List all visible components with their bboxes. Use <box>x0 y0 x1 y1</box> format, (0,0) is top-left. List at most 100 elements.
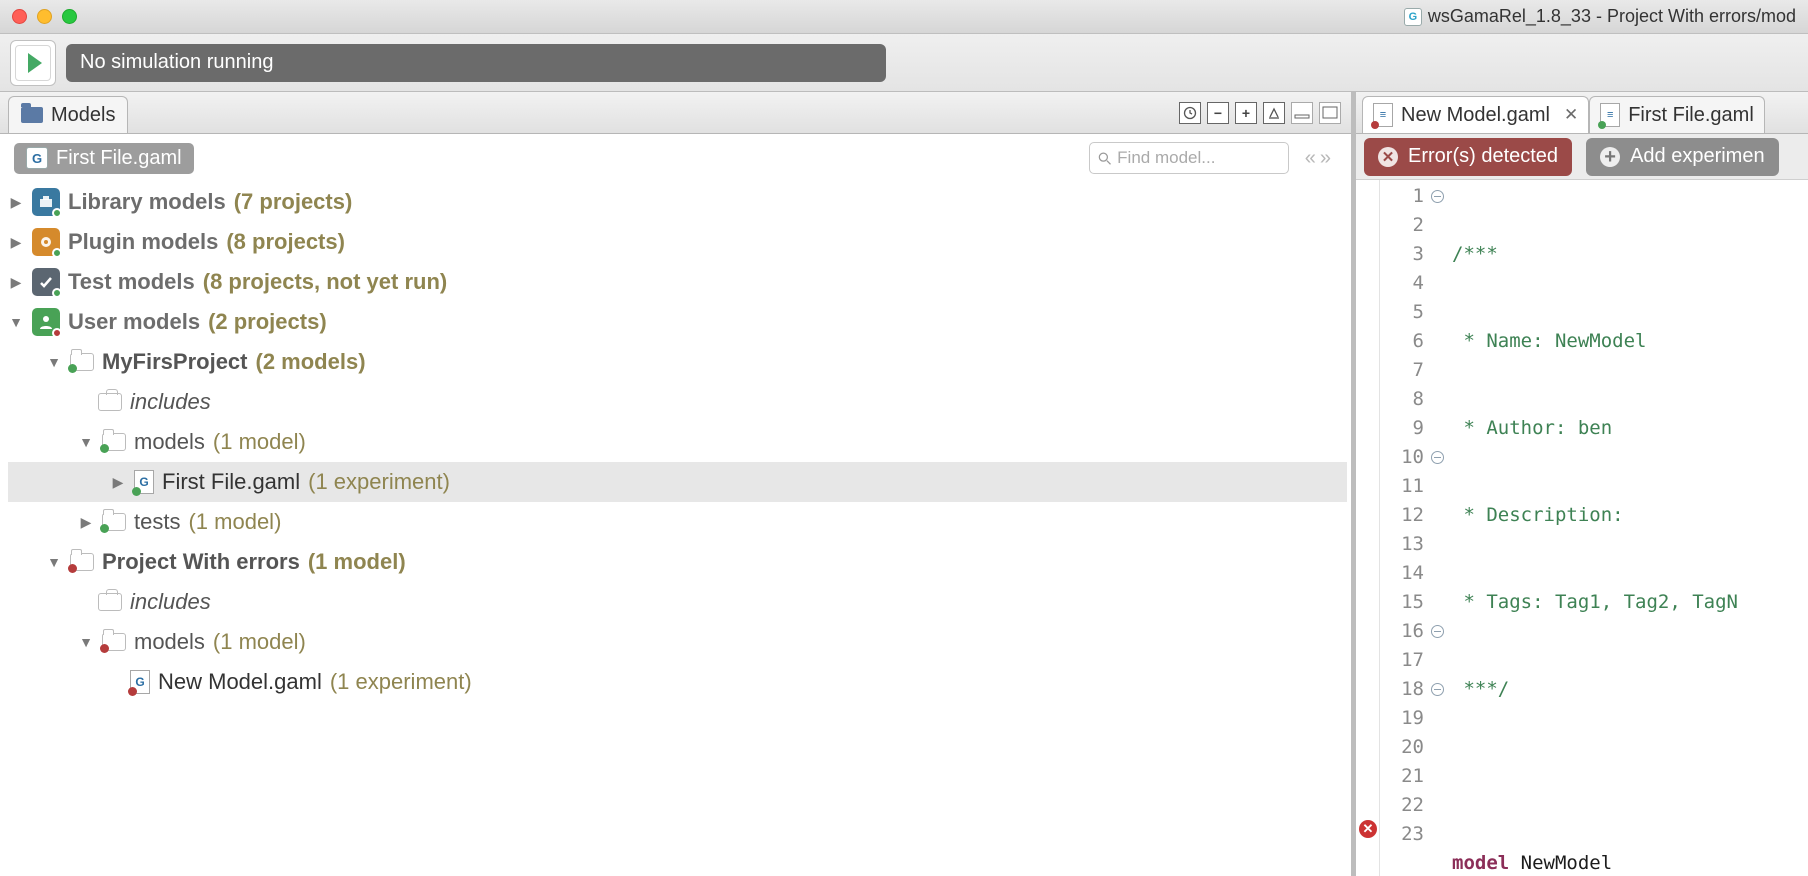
tree-label: models <box>134 629 205 655</box>
nav-arrows: « » <box>1299 147 1337 170</box>
editor-panel: ≡ New Model.gaml ✕ ≡ First File.gaml ✕ E… <box>1356 92 1808 876</box>
navigator-panel: Models − + <box>0 92 1356 876</box>
fold-marker-icon[interactable] <box>1431 190 1444 203</box>
editor-tab-newmodel[interactable]: ≡ New Model.gaml ✕ <box>1362 96 1589 133</box>
close-icon: ✕ <box>1378 147 1398 167</box>
tree-label: models <box>134 429 205 455</box>
tree-category-test[interactable]: Test models (8 projects, not yet run) <box>8 262 1347 302</box>
app-window: G wsGamaRel_1.8_33 - Project With errors… <box>0 0 1808 876</box>
fold-marker-icon[interactable] <box>1431 683 1444 696</box>
test-icon <box>32 268 60 296</box>
add-experiment-button[interactable]: + Add experimen <box>1586 138 1779 176</box>
tree-category-plugin[interactable]: Plugin models (8 projects) <box>8 222 1347 262</box>
line-number: 23 <box>1380 820 1428 849</box>
nav-prev-button[interactable]: « <box>1305 147 1316 170</box>
toolbar-min-button[interactable] <box>1291 102 1313 124</box>
tree-label: First File.gaml <box>162 469 300 495</box>
toolbar-history-button[interactable] <box>1179 102 1201 124</box>
tree-label: includes <box>130 589 211 615</box>
nav-next-button[interactable]: » <box>1320 147 1331 170</box>
expand-icon[interactable] <box>8 194 24 211</box>
expand-icon[interactable] <box>110 474 126 491</box>
current-file-crumb-label: First File.gaml <box>56 147 182 170</box>
errors-detected-button[interactable]: ✕ Error(s) detected <box>1364 138 1572 176</box>
line-number: 14 <box>1380 559 1428 588</box>
editor-tabstrip: ≡ New Model.gaml ✕ ≡ First File.gaml <box>1356 92 1808 134</box>
user-icon <box>32 308 60 336</box>
fold-marker-icon[interactable] <box>1431 451 1444 464</box>
tree-folder-tests[interactable]: tests (1 model) <box>8 502 1347 542</box>
tree-label: Test models <box>68 269 195 295</box>
collapse-icon[interactable] <box>46 554 62 570</box>
project-folder-icon <box>70 553 94 571</box>
tree-project-witherrors[interactable]: Project With errors (1 model) <box>8 542 1347 582</box>
expand-icon[interactable] <box>78 514 94 531</box>
tree-project-myfirsproject[interactable]: MyFirsProject (2 models) <box>8 342 1347 382</box>
toolbar-max-button[interactable] <box>1319 102 1341 124</box>
folder-icon <box>21 107 43 123</box>
expand-icon[interactable] <box>8 274 24 291</box>
editor-tab-firstfile[interactable]: ≡ First File.gaml <box>1589 96 1765 133</box>
line-number: 18 <box>1380 675 1428 704</box>
tree-file-newmodel[interactable]: G New Model.gaml (1 experiment) <box>8 662 1347 702</box>
tree-folder-models[interactable]: models (1 model) <box>8 422 1347 462</box>
minimize-window-button[interactable] <box>37 9 52 24</box>
code-span: /*** <box>1452 243 1498 265</box>
close-window-button[interactable] <box>12 9 27 24</box>
toolbar-expand-button[interactable]: + <box>1235 102 1257 124</box>
tree-label: Project With errors <box>102 549 300 575</box>
navigator-tabstrip: Models − + <box>0 92 1351 134</box>
line-number: 9 <box>1380 414 1428 443</box>
project-folder-icon <box>70 353 94 371</box>
line-number-gutter: 1 2 3 4 5 6 7 8 9 10 11 12 13 14 15 16 1 <box>1380 180 1428 876</box>
model-search-input[interactable] <box>1117 148 1280 168</box>
add-experiment-label: Add experimen <box>1630 145 1765 168</box>
code-text[interactable]: /*** * Name: NewModel * Author: ben * De… <box>1446 180 1808 876</box>
collapse-icon[interactable] <box>78 434 94 450</box>
models-tree[interactable]: Library models (7 projects) Plugin model… <box>0 178 1351 876</box>
tree-label: tests <box>134 509 180 535</box>
plugin-icon <box>32 228 60 256</box>
close-tab-button[interactable]: ✕ <box>1564 105 1578 125</box>
line-number: 3 <box>1380 240 1428 269</box>
tree-category-library[interactable]: Library models (7 projects) <box>8 182 1347 222</box>
line-number: 8 <box>1380 385 1428 414</box>
app-icon: G <box>1404 8 1422 26</box>
editor-tab-label: First File.gaml <box>1628 104 1754 127</box>
editor-status-bar: ✕ Error(s) detected + Add experimen <box>1356 134 1808 180</box>
tree-folder-models-2[interactable]: models (1 model) <box>8 622 1347 662</box>
zoom-window-button[interactable] <box>62 9 77 24</box>
collapse-icon[interactable] <box>46 354 62 370</box>
expand-icon[interactable] <box>8 234 24 251</box>
line-number: 15 <box>1380 588 1428 617</box>
line-number: 10 <box>1380 443 1428 472</box>
line-number: 13 <box>1380 530 1428 559</box>
fold-marker-icon[interactable] <box>1431 625 1444 638</box>
tree-count: (1 model) <box>308 549 406 575</box>
tree-count: (2 models) <box>256 349 366 375</box>
tree-category-user[interactable]: User models (2 projects) <box>8 302 1347 342</box>
model-search[interactable] <box>1089 142 1289 174</box>
tree-label: Plugin models <box>68 229 218 255</box>
models-view-tab[interactable]: Models <box>8 96 128 133</box>
simulation-status-text: No simulation running <box>80 51 273 74</box>
run-button[interactable] <box>10 40 56 86</box>
tree-folder-includes[interactable]: includes <box>8 382 1347 422</box>
library-icon <box>32 188 60 216</box>
tree-label: Library models <box>68 189 226 215</box>
collapse-icon[interactable] <box>8 314 24 330</box>
line-number: 6 <box>1380 327 1428 356</box>
folder-icon <box>102 633 126 651</box>
traffic-lights <box>12 9 77 24</box>
tree-file-firstfile[interactable]: G First File.gaml (1 experiment) <box>8 462 1347 502</box>
includes-icon <box>98 593 122 611</box>
toolbar-link-button[interactable] <box>1263 102 1285 124</box>
collapse-icon[interactable] <box>78 634 94 650</box>
error-marker-icon[interactable]: ✕ <box>1359 820 1377 838</box>
folder-icon <box>102 513 126 531</box>
tree-folder-includes-2[interactable]: includes <box>8 582 1347 622</box>
toolbar-collapse-button[interactable]: − <box>1207 102 1229 124</box>
code-editor[interactable]: ✕ 1 2 3 4 5 6 7 8 9 10 11 12 13 14 <box>1356 180 1808 876</box>
plus-icon: + <box>1600 147 1620 167</box>
current-file-crumb[interactable]: G First File.gaml <box>14 143 194 174</box>
